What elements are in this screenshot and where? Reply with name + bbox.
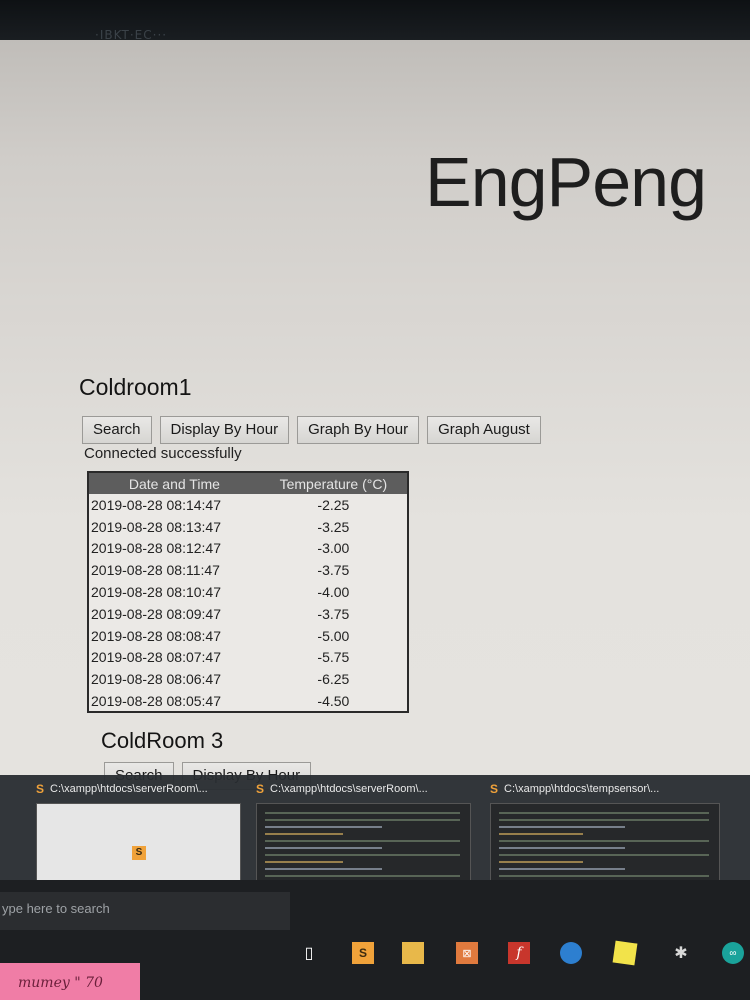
thumbnail-caption: C:\xampp\htdocs\tempsensor\...	[504, 783, 660, 795]
table-row: 2019-08-28 08:12:47 -3.00	[88, 538, 408, 560]
taskbar-search-input[interactable]: ype here to search	[0, 892, 290, 930]
coldroom1-graph-by-hour-button[interactable]: Graph By Hour	[297, 416, 420, 444]
temperature-cell: -6.25	[317, 671, 350, 688]
datetime-cell: 2019-08-28 08:10:47	[91, 584, 221, 601]
datetime-cell: 2019-08-28 08:08:47	[91, 627, 221, 644]
temperature-cell: -3.75	[317, 605, 350, 622]
table-row: 2019-08-28 08:11:47 -3.75	[88, 559, 408, 581]
datetime-cell: 2019-08-28 08:13:47	[91, 518, 221, 535]
table-header-row: Date and Time Temperature (°C)	[88, 472, 408, 494]
table-row: 2019-08-28 08:10:47 -4.00	[88, 581, 408, 603]
coldroom1-button-row: Search Display By Hour Graph By Hour Gra…	[82, 416, 541, 444]
datetime-cell: 2019-08-28 08:05:47	[91, 692, 221, 709]
temperature-cell: -3.25	[317, 518, 350, 535]
table-row: 2019-08-28 08:06:47 -6.25	[88, 668, 408, 690]
table-row: 2019-08-28 08:05:47 -4.50	[88, 690, 408, 712]
datetime-cell: 2019-08-28 08:11:47	[91, 562, 220, 579]
temperature-cell: -2.25	[317, 496, 350, 513]
column-header-datetime: Date and Time	[88, 472, 260, 494]
sublime-text-taskbar-icon[interactable]: S	[352, 942, 374, 964]
xampp-icon[interactable]: ⊠	[456, 942, 478, 964]
column-header-temperature: Temperature (°C)	[259, 472, 408, 494]
sublime-text-icon: S	[36, 782, 45, 796]
connection-status: Connected successfully	[84, 445, 242, 462]
datetime-cell: 2019-08-28 08:09:47	[91, 605, 221, 622]
coldroom1-graph-august-button[interactable]: Graph August	[427, 416, 541, 444]
coldroom3-title: ColdRoom 3	[101, 728, 224, 753]
temperature-cell: -5.75	[317, 649, 350, 666]
readings-body: 2019-08-28 08:14:47 -2.25 2019-08-28 08:13…	[88, 494, 408, 712]
sublime-text-icon: S	[256, 782, 265, 796]
table-row: 2019-08-28 08:14:47 -2.25	[88, 494, 408, 516]
temperature-cell: -3.00	[317, 540, 350, 557]
arduino-bug-icon[interactable]: ✱	[670, 942, 692, 964]
temperature-cell: -4.00	[317, 584, 350, 601]
task-view-icon[interactable]: ▯	[298, 942, 320, 964]
table-row: 2019-08-28 08:07:47 -5.75	[88, 647, 408, 669]
coldroom1-readings-table: Date and Time Temperature (°C) 2019-08-2…	[87, 471, 409, 713]
coldroom1-title: Coldroom1	[79, 374, 192, 400]
physical-sticky-note: mumey " 70	[0, 963, 140, 1000]
edge-browser-icon[interactable]	[560, 942, 582, 964]
browser-viewport: EngPeng Coldroom1 Search Display By Hour…	[0, 40, 750, 920]
temperature-cell: -4.50	[317, 692, 350, 709]
table-row: 2019-08-28 08:09:47 -3.75	[88, 603, 408, 625]
datetime-cell: 2019-08-28 08:14:47	[91, 496, 221, 513]
thumbnail-caption: C:\xampp\htdocs\serverRoom\...	[50, 783, 208, 795]
table-row: 2019-08-28 08:08:47 -5.00	[88, 625, 408, 647]
sublime-text-icon: S	[490, 782, 499, 796]
sublime-text-icon: S	[132, 846, 146, 860]
coldroom1-search-button[interactable]: Search	[82, 416, 152, 444]
site-brand: EngPeng	[425, 143, 707, 221]
sticky-notes-icon[interactable]	[612, 940, 638, 966]
temperature-cell: -3.75	[317, 562, 350, 579]
thumbnail-caption: C:\xampp\htdocs\serverRoom\...	[270, 783, 428, 795]
datetime-cell: 2019-08-28 08:12:47	[91, 540, 221, 557]
coldroom1-display-by-hour-button[interactable]: Display By Hour	[159, 416, 290, 444]
datetime-cell: 2019-08-28 08:06:47	[91, 671, 221, 688]
filezilla-icon[interactable]: f	[508, 942, 530, 964]
site-header: EngPeng	[0, 40, 750, 305]
datetime-cell: 2019-08-28 08:07:47	[91, 649, 221, 666]
arduino-icon[interactable]: ∞	[722, 942, 744, 964]
temperature-cell: -5.00	[317, 627, 350, 644]
file-explorer-icon[interactable]	[402, 942, 424, 964]
table-row: 2019-08-28 08:13:47 -3.25	[88, 516, 408, 538]
